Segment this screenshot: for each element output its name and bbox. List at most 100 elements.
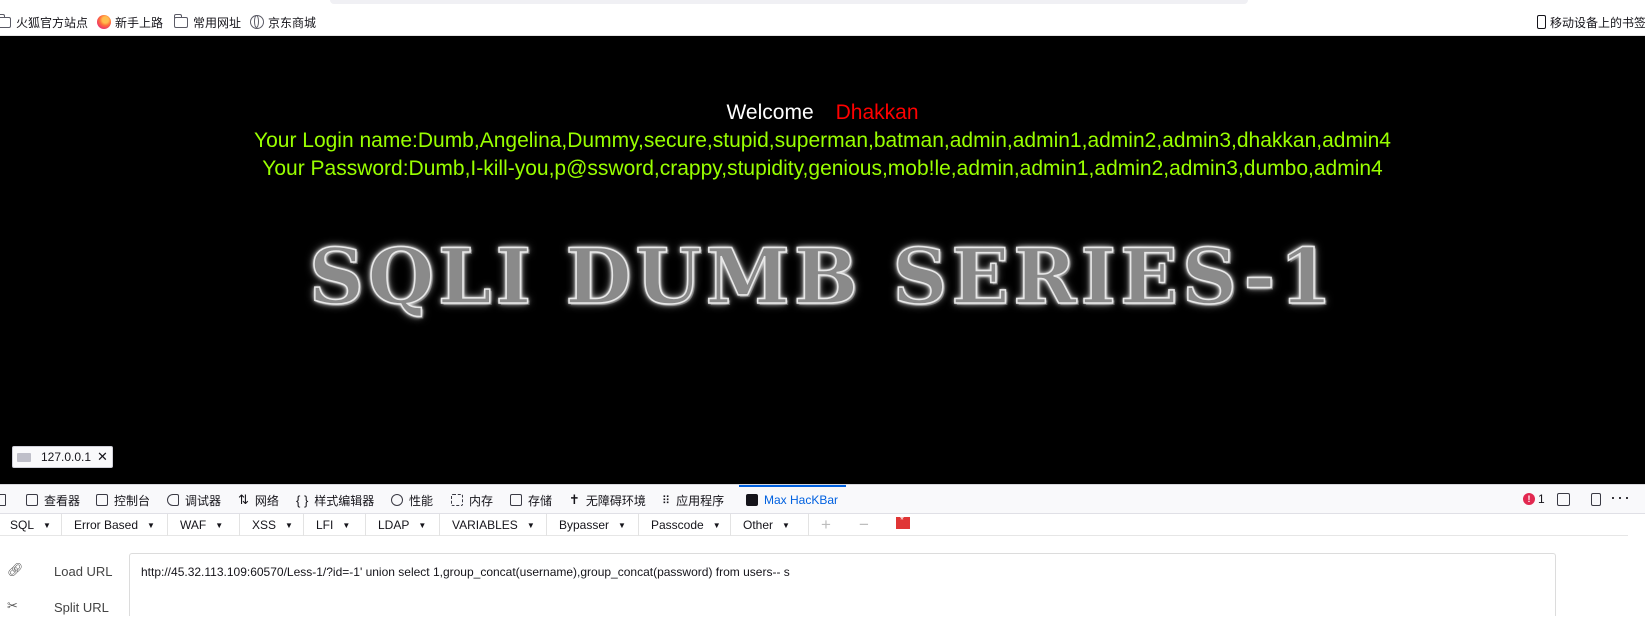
application-icon: ⠿ bbox=[662, 494, 671, 507]
network-icon: ⇅ bbox=[238, 492, 249, 507]
address-bar-edge bbox=[330, 0, 1248, 4]
tab-label: 样式编辑器 bbox=[314, 493, 375, 508]
menu-label: WAF bbox=[180, 518, 207, 532]
tab-memory[interactable]: 内存 bbox=[451, 491, 493, 509]
welcome-line: Welcome Dhakkan bbox=[0, 100, 1645, 126]
menu-waf[interactable]: WAF ▼ bbox=[168, 514, 240, 536]
tab-label: 无障碍环境 bbox=[585, 493, 646, 508]
minus-icon[interactable]: − bbox=[859, 515, 869, 535]
tab-console[interactable]: 控制台 bbox=[96, 491, 150, 509]
storage-icon bbox=[510, 494, 522, 506]
caret-down-icon: ▼ bbox=[147, 520, 155, 530]
inspector-icon bbox=[26, 494, 38, 506]
tab-label: 调试器 bbox=[185, 493, 222, 508]
menu-label: VARIABLES bbox=[452, 518, 518, 532]
bookmark-label: 新手上路 bbox=[115, 15, 164, 30]
site-icon bbox=[17, 452, 31, 462]
bookmark-jd[interactable]: 京东商城 bbox=[250, 13, 316, 31]
tab-label: 存储 bbox=[528, 493, 553, 508]
tab-performance[interactable]: 性能 bbox=[391, 491, 433, 509]
tab-max-hackbar[interactable]: Max HacKBar bbox=[746, 491, 838, 509]
bookmark-label: 京东商城 bbox=[268, 15, 317, 30]
tab-label: Max HacKBar bbox=[764, 493, 839, 507]
welcome-name: Dhakkan bbox=[835, 101, 919, 124]
menu-bypasser[interactable]: Bypasser ▼ bbox=[547, 514, 639, 536]
tab-label: 性能 bbox=[409, 493, 434, 508]
tab-style-editor[interactable]: { } 样式编辑器 bbox=[296, 491, 374, 509]
load-url-label: Load URL bbox=[54, 563, 113, 579]
bookmark-getting-started[interactable]: 新手上路 bbox=[97, 13, 163, 31]
menu-variables[interactable]: VARIABLES ▼ bbox=[440, 514, 547, 536]
passwords-line: Your Password:Dumb,I-kill-you,p@ssword,c… bbox=[262, 157, 1383, 180]
load-url-button[interactable]: Load URL bbox=[54, 560, 113, 582]
status-host-pill[interactable]: 127.0.0.1 ✕ bbox=[12, 446, 113, 468]
error-count-badge[interactable]: ! 1 bbox=[1523, 492, 1545, 506]
welcome-text: Welcome bbox=[726, 101, 814, 124]
caret-down-icon: ▼ bbox=[782, 520, 790, 530]
hackbar-body: 🔗︎ Load URL ✂ Split URL http://45.32.113… bbox=[0, 536, 1645, 616]
menu-label: Error Based bbox=[74, 518, 139, 532]
tab-application[interactable]: ⠿ 应用程序 bbox=[662, 491, 724, 509]
bookmark-label: 常用网址 bbox=[193, 15, 242, 30]
error-count: 1 bbox=[1538, 492, 1545, 506]
mobile-bookmarks-label: 移动设备上的书签 bbox=[1550, 15, 1645, 30]
menu-label: LDAP bbox=[378, 518, 410, 532]
close-icon[interactable]: ✕ bbox=[97, 449, 108, 465]
devtools-toolbar: 查看器 控制台 调试器 ⇅ 网络 { } 样式编辑器 性能 内存 存储 ✝ 无障… bbox=[0, 484, 1645, 514]
link-icon: 🔗︎ bbox=[7, 562, 24, 577]
menu-label: Other bbox=[743, 518, 774, 532]
tab-label: 应用程序 bbox=[676, 493, 725, 508]
bookmark-common-sites[interactable]: 常用网址 bbox=[174, 13, 241, 31]
menu-xss[interactable]: XSS ▼ bbox=[240, 514, 304, 536]
menu-sql[interactable]: SQL ▼ bbox=[0, 514, 62, 536]
caret-down-icon: ▼ bbox=[418, 520, 427, 530]
folder-icon bbox=[0, 13, 11, 28]
performance-icon bbox=[391, 494, 403, 506]
split-console-icon[interactable] bbox=[1557, 493, 1570, 506]
menu-label: Bypasser bbox=[559, 518, 610, 532]
devtools-scrollbar[interactable] bbox=[1628, 514, 1645, 616]
plus-icon[interactable]: + bbox=[821, 515, 831, 535]
split-url-button[interactable]: Split URL bbox=[54, 596, 109, 618]
tab-accessibility[interactable]: ✝ 无障碍环境 bbox=[569, 491, 646, 509]
lock-icon bbox=[746, 494, 758, 506]
caret-down-icon: ▼ bbox=[526, 520, 535, 530]
caret-down-icon: ▼ bbox=[342, 520, 351, 530]
menu-error-based[interactable]: Error Based ▼ bbox=[62, 514, 168, 536]
hackbar-menu-bar: SQL ▼ Error Based ▼ WAF ▼ XSS ▼ LFI ▼ LDAP ▼ V… bbox=[0, 514, 1628, 536]
error-icon: ! bbox=[1523, 493, 1535, 505]
menu-lfi[interactable]: LFI ▼ bbox=[304, 514, 366, 536]
caret-down-icon: ▼ bbox=[43, 520, 51, 530]
more-options-icon[interactable]: ··· bbox=[1610, 487, 1631, 508]
tab-inspector[interactable]: 查看器 bbox=[26, 491, 80, 509]
bookmark-label: 火狐官方站点 bbox=[16, 15, 89, 30]
caret-down-icon: ▼ bbox=[618, 520, 626, 530]
flag-icon[interactable] bbox=[896, 515, 910, 529]
caret-down-icon: ▼ bbox=[215, 520, 224, 530]
tab-debugger[interactable]: 调试器 bbox=[167, 491, 221, 509]
mobile-bookmarks[interactable]: 移动设备上的书签 bbox=[1537, 13, 1645, 31]
folder-icon bbox=[174, 13, 188, 28]
hackbar-menu: SQL ▼ Error Based ▼ WAF ▼ XSS ▼ LFI ▼ LDAP ▼ V… bbox=[0, 514, 1645, 536]
url-input[interactable]: http://45.32.113.109:60570/Less-1/?id=-1… bbox=[129, 553, 1556, 616]
console-icon bbox=[96, 494, 108, 506]
tab-label: 内存 bbox=[469, 493, 494, 508]
globe-icon bbox=[250, 15, 264, 29]
bookmark-firefox-site[interactable]: 火狐官方站点 bbox=[0, 13, 88, 31]
caret-down-icon: ▼ bbox=[285, 520, 293, 530]
login-names-line: Your Login name:Dumb,Angelina,Dummy,secu… bbox=[254, 129, 1391, 152]
menu-passcode[interactable]: Passcode ▼ bbox=[639, 514, 731, 536]
tab-label: 网络 bbox=[254, 493, 279, 508]
menu-label: Passcode bbox=[651, 518, 704, 532]
firefox-icon bbox=[97, 15, 111, 29]
pick-element-icon[interactable] bbox=[0, 491, 12, 509]
menu-ldap[interactable]: LDAP ▼ bbox=[366, 514, 440, 536]
menu-other[interactable]: Other ▼ bbox=[731, 514, 809, 536]
scissors-icon: ✂ bbox=[7, 598, 18, 613]
memory-icon bbox=[451, 494, 463, 506]
dock-options-icon[interactable] bbox=[1591, 493, 1601, 506]
tab-storage[interactable]: 存储 bbox=[510, 491, 552, 509]
tab-network[interactable]: ⇅ 网络 bbox=[238, 491, 279, 509]
sqli-logo: SQLI DUMB SERIES-1 bbox=[308, 231, 1337, 322]
bookmarks-toolbar: 火狐官方站点 新手上路 常用网址 京东商城 移动设备上的书签 bbox=[0, 0, 1645, 36]
